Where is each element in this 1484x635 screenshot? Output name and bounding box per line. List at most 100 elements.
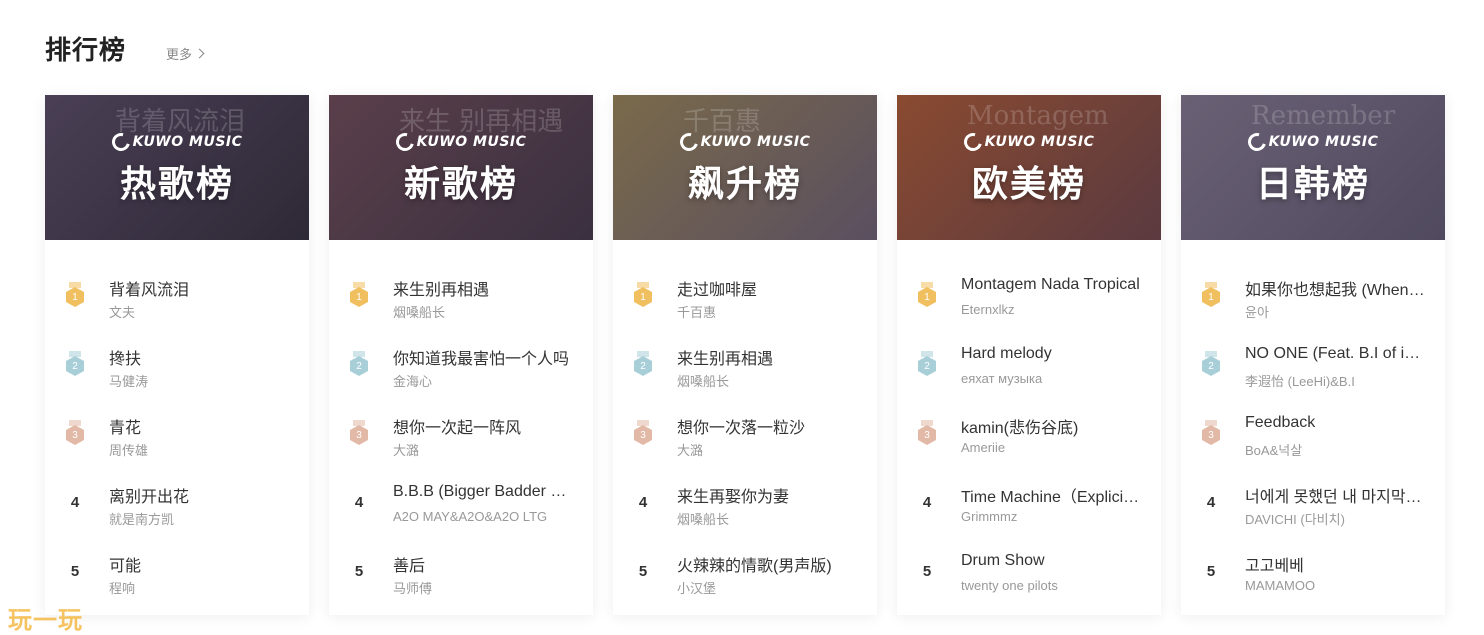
song-list-item[interactable]: 2 来生别再相遇 烟嗓船长 (613, 338, 877, 407)
song-rank: 5 (349, 559, 369, 583)
song-list-item[interactable]: 3 青花周传雄 (45, 407, 309, 476)
song-title[interactable]: Time Machine（Explicit） (961, 483, 1141, 507)
song-title[interactable]: NO ONE (Feat. B.I of iKON) (1245, 345, 1425, 363)
song-artist[interactable]: 윤아 (1245, 302, 1425, 321)
board-cover[interactable]: 来生 别再相遇 KUWO MUSIC 新歌榜 (329, 95, 593, 240)
medal-rank-number: 2 (66, 356, 84, 376)
song-title[interactable]: 너에게 못했던 내 마지막 말은 (1245, 483, 1425, 507)
song-list-item[interactable]: 4 离别开出花 就是南方凯 (45, 476, 309, 545)
song-title[interactable]: B.B.B (Bigger Badder Better) (393, 483, 573, 501)
song-artist[interactable]: Eternxlkz (961, 302, 1141, 317)
song-title[interactable]: 来生别再相遇 (393, 276, 573, 300)
song-list-item[interactable]: 5 善后马师傅 (329, 545, 593, 614)
song-title[interactable]: 고고베베 (1245, 552, 1425, 576)
song-artist[interactable]: 大潞 (393, 440, 573, 459)
song-list-item[interactable]: 5 火辣辣的情歌(男声版) 小汉堡 (613, 545, 877, 614)
more-link[interactable]: 更多 (166, 44, 205, 63)
brand-text: KUWO MUSIC (416, 134, 527, 150)
board-name: 新歌榜 (403, 164, 518, 205)
song-artist[interactable]: 千百惠 (677, 302, 857, 321)
board-cover[interactable]: 背着风流泪 KUWO MUSIC 热歌榜 (45, 95, 309, 240)
watermark-logo: 玩一玩 (8, 605, 83, 634)
song-list-item[interactable]: 4 Time Machine（Explicit） Grimmmz (897, 476, 1161, 545)
song-list-item[interactable]: 3 Feedback BoA&넉살 (1181, 407, 1445, 476)
rank-medal-icon: 3 (349, 420, 369, 446)
song-title[interactable]: 离别开出花 (109, 483, 289, 507)
song-title[interactable]: 如果你也想起我 (When You Think of Me) (1245, 276, 1425, 300)
board-cover[interactable]: Remember KUWO MUSIC 日韩榜 (1181, 95, 1445, 240)
song-rank: 5 (1201, 559, 1221, 583)
song-artist[interactable]: 李遐怡 (LeeHi)&B.I (1245, 371, 1425, 390)
song-artist[interactable]: 马师傅 (393, 578, 573, 597)
song-rank: 4 (633, 490, 653, 514)
song-list-item[interactable]: 1 背着风流泪 文夫 (45, 269, 309, 338)
song-rank: 5 (917, 559, 937, 583)
song-list-item[interactable]: 3 kamin(悲伤谷底) Ameriie (897, 407, 1161, 476)
song-title[interactable]: Drum Show (961, 552, 1141, 570)
song-title[interactable]: 背着风流泪 (109, 276, 289, 300)
song-list-item[interactable]: 4 B.B.B (Bigger Badder Better) A2O MAY&A2O… (329, 476, 593, 545)
song-title[interactable]: 搀扶 (109, 345, 289, 369)
rank-medal-icon: 3 (65, 420, 85, 446)
song-title[interactable]: 来生别再相遇 (677, 345, 857, 369)
song-artist[interactable]: Ameriie (961, 440, 1141, 455)
song-title[interactable]: 火辣辣的情歌(男声版) (677, 552, 857, 576)
song-list-item[interactable]: 2 搀扶马健涛 (45, 338, 309, 407)
song-list-item[interactable]: 4 너에게 못했던 내 마지막 말은 DAVICHI (다비치) (1181, 476, 1445, 545)
song-artist[interactable]: DAVICHI (다비치) (1245, 509, 1425, 528)
song-artist[interactable]: 大潞 (677, 440, 857, 459)
song-artist[interactable]: 烟嗓船长 (393, 302, 573, 321)
song-list-item[interactable]: 1 走过咖啡屋千百惠 (613, 269, 877, 338)
song-artist[interactable]: 就是南方凯 (109, 509, 289, 528)
song-title[interactable]: 青花 (109, 414, 289, 438)
song-list-item[interactable]: 1 如果你也想起我 (When You Think of Me) 윤아 (1181, 269, 1445, 338)
song-title[interactable]: kamin(悲伤谷底) (961, 414, 1141, 438)
song-list-item[interactable]: 1 来生别再相遇烟嗓船长 (329, 269, 593, 338)
song-title[interactable]: Hard melody (961, 345, 1141, 363)
song-artist[interactable]: MAMAMOO (1245, 578, 1425, 593)
song-title[interactable]: 走过咖啡屋 (677, 276, 857, 300)
song-title[interactable]: 来生再娶你为妻 (677, 483, 857, 507)
song-title[interactable]: 你知道我最害怕一个人吗 (393, 345, 573, 369)
song-rank: 1 (633, 282, 653, 307)
song-title[interactable]: 想你一次起一阵风 (393, 414, 573, 438)
kuwo-logo-icon (676, 129, 701, 155)
song-list-item[interactable]: 2 Hard melody еяхат музыка (897, 338, 1161, 407)
rank-number: 4 (354, 493, 364, 511)
song-list: 1 走过咖啡屋 千百惠 2 来生别再相遇 烟嗓船长 3 想你一次落一粒沙 大潞 4 来生再娶你为妻烟… (613, 240, 877, 614)
song-list-item[interactable]: 5 可能 程响 (45, 545, 309, 614)
song-list-item[interactable]: 2 NO ONE (Feat. B.I of iKON) 李遐怡 (LeeHi)&B… (1181, 338, 1445, 407)
song-title[interactable]: 善后 (393, 552, 573, 576)
board-cover[interactable]: Montagem KUWO MUSIC 欧美榜 (897, 95, 1161, 240)
song-artist[interactable]: 周传雄 (109, 440, 289, 459)
song-title[interactable]: 想你一次落一粒沙 (677, 414, 857, 438)
rank-medal-icon: 1 (917, 282, 937, 308)
song-title[interactable]: Montagem Nada Tropical (961, 276, 1141, 294)
song-artist[interactable]: Grimmmz (961, 509, 1141, 524)
board-cover[interactable]: 千百惠 KUWO MUSIC 飙升榜 (613, 95, 877, 240)
song-artist[interactable]: twenty one pilots (961, 578, 1141, 593)
song-list-item[interactable]: 2 你知道我最害怕一个人吗 金海心 (329, 338, 593, 407)
song-list-item[interactable]: 1 Montagem Nada Tropical Eternxlkz (897, 269, 1161, 338)
song-list-item[interactable]: 5 고고베베 MAMAMOO (1181, 545, 1445, 614)
song-artist[interactable]: 烟嗓船长 (677, 371, 857, 390)
song-artist[interactable]: 程响 (109, 578, 289, 597)
song-artist[interactable]: 小汉堡 (677, 578, 857, 597)
medal-rank-number: 3 (918, 425, 936, 445)
song-artist[interactable]: 文夫 (109, 302, 289, 321)
song-list-item[interactable]: 4 来生再娶你为妻烟嗓船长 (613, 476, 877, 545)
song-artist[interactable]: 烟嗓船长 (677, 509, 857, 528)
song-title[interactable]: Feedback (1245, 414, 1425, 432)
rank-number: 4 (1206, 493, 1216, 511)
song-list: 1 Montagem Nada Tropical Eternxlkz 2 Hard me… (897, 240, 1161, 614)
song-artist[interactable]: 金海心 (393, 371, 573, 390)
song-artist[interactable]: BoA&넉살 (1245, 440, 1425, 459)
song-list-item[interactable]: 5 Drum Show twenty one pilots (897, 545, 1161, 614)
song-artist[interactable]: 马健涛 (109, 371, 289, 390)
song-list-item[interactable]: 3 想你一次起一阵风大潞 (329, 407, 593, 476)
song-list-item[interactable]: 3 想你一次落一粒沙 大潞 (613, 407, 877, 476)
song-artist[interactable]: еяхат музыка (961, 371, 1141, 386)
medal-rank-number: 1 (350, 287, 368, 307)
song-title[interactable]: 可能 (109, 552, 289, 576)
song-artist[interactable]: A2O MAY&A2O&A2O LTG (393, 509, 573, 524)
